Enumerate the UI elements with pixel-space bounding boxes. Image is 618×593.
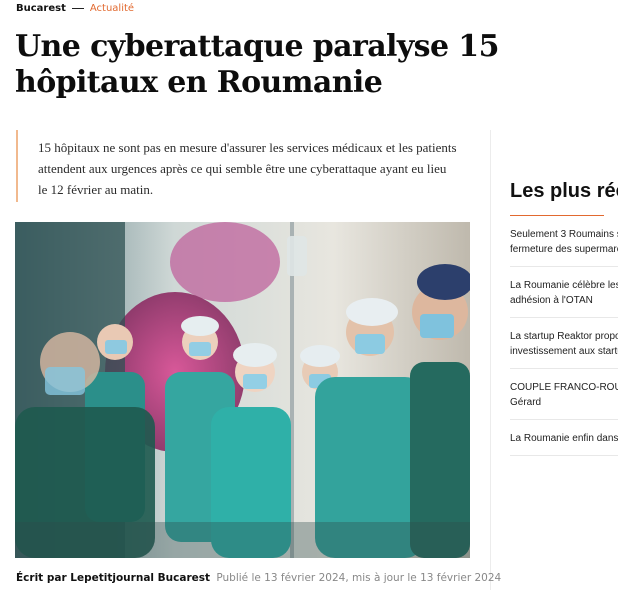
sidebar-item-line: COUPLE FRANCO-ROUMA bbox=[510, 382, 618, 393]
sidebar-item-line: Seulement 3 Roumains sur bbox=[510, 229, 618, 240]
article-title: Une cyberattaque paralyse 15 hôpitaux en… bbox=[15, 29, 499, 100]
article-lead: 15 hôpitaux ne sont pas en mesure d'assu… bbox=[16, 130, 458, 202]
byline-date: Publié le 13 février 2024, mis à jour le… bbox=[216, 572, 502, 584]
sidebar-item-line: Gérard bbox=[510, 397, 542, 408]
sidebar-recent: Les plus réc Seulement 3 Roumains sur fe… bbox=[510, 170, 618, 456]
hero-image bbox=[15, 222, 470, 558]
sidebar-item-line: La startup Reaktor propose bbox=[510, 331, 618, 342]
sidebar-item[interactable]: La Roumanie célèbre les 2 adhésion à l'O… bbox=[510, 267, 618, 318]
breadcrumb: Bucarest Actualité bbox=[16, 3, 134, 14]
sidebar-item-line: La Roumanie enfin dans l'e bbox=[510, 433, 618, 444]
sidebar-item[interactable]: Seulement 3 Roumains sur fermeture des s… bbox=[510, 216, 618, 267]
sidebar-item-line: investissement aux startup bbox=[510, 346, 618, 357]
sidebar-item[interactable]: COUPLE FRANCO-ROUMA Gérard bbox=[510, 369, 618, 420]
article-byline: Écrit par Lepetitjournal Bucarest Publié… bbox=[16, 572, 501, 584]
medical-staff-illustration bbox=[15, 222, 470, 558]
article-lead-text: 15 hôpitaux ne sont pas en mesure d'assu… bbox=[38, 140, 457, 197]
byline-author[interactable]: Écrit par Lepetitjournal Bucarest bbox=[16, 572, 210, 584]
sidebar-item[interactable]: La Roumanie enfin dans l'e bbox=[510, 420, 618, 456]
sidebar-item[interactable]: La startup Reaktor propose investissemen… bbox=[510, 318, 618, 369]
sidebar-item-line: fermeture des supermarch bbox=[510, 244, 618, 255]
breadcrumb-city-link[interactable]: Bucarest bbox=[16, 3, 66, 14]
sidebar-item-line: La Roumanie célèbre les 2 bbox=[510, 280, 618, 291]
column-divider bbox=[490, 130, 491, 590]
breadcrumb-separator bbox=[71, 8, 84, 9]
sidebar-title: Les plus réc bbox=[510, 180, 618, 202]
breadcrumb-category-link[interactable]: Actualité bbox=[90, 3, 134, 14]
sidebar-item-line: adhésion à l'OTAN bbox=[510, 295, 593, 306]
